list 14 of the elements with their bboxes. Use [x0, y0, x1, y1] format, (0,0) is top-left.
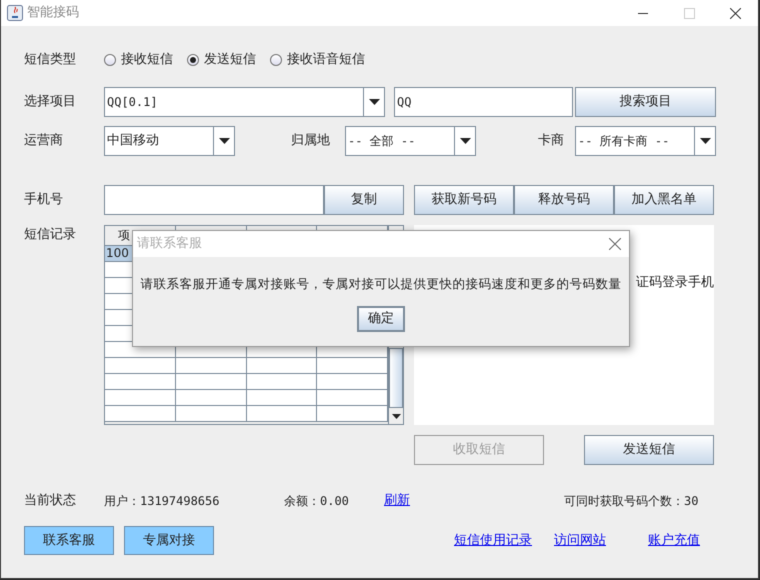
- balance-text: 余额：0.00: [284, 493, 350, 510]
- field-label: 短信记录: [24, 226, 77, 244]
- status-label: 当前状态: [24, 492, 77, 510]
- user-text: 用户：13197498656: [104, 493, 220, 510]
- quota-text: 可同时获取号码个数：30: [564, 493, 698, 510]
- window-title: 智能接码: [27, 4, 79, 22]
- field-label: 短信类型: [24, 51, 77, 70]
- field-label: 手机号: [24, 191, 64, 210]
- field-label: 运营商: [24, 132, 64, 150]
- field-label: 卡商: [537, 132, 565, 150]
- field-label: 归属地: [290, 132, 331, 150]
- dialog-message: 请联系客服开通专属对接账号，专属对接可以提供更快的接码速度和更多的号码数量: [140, 275, 622, 293]
- message-text: 证码登录手机: [636, 274, 714, 292]
- field-label: 选择项目: [24, 93, 77, 112]
